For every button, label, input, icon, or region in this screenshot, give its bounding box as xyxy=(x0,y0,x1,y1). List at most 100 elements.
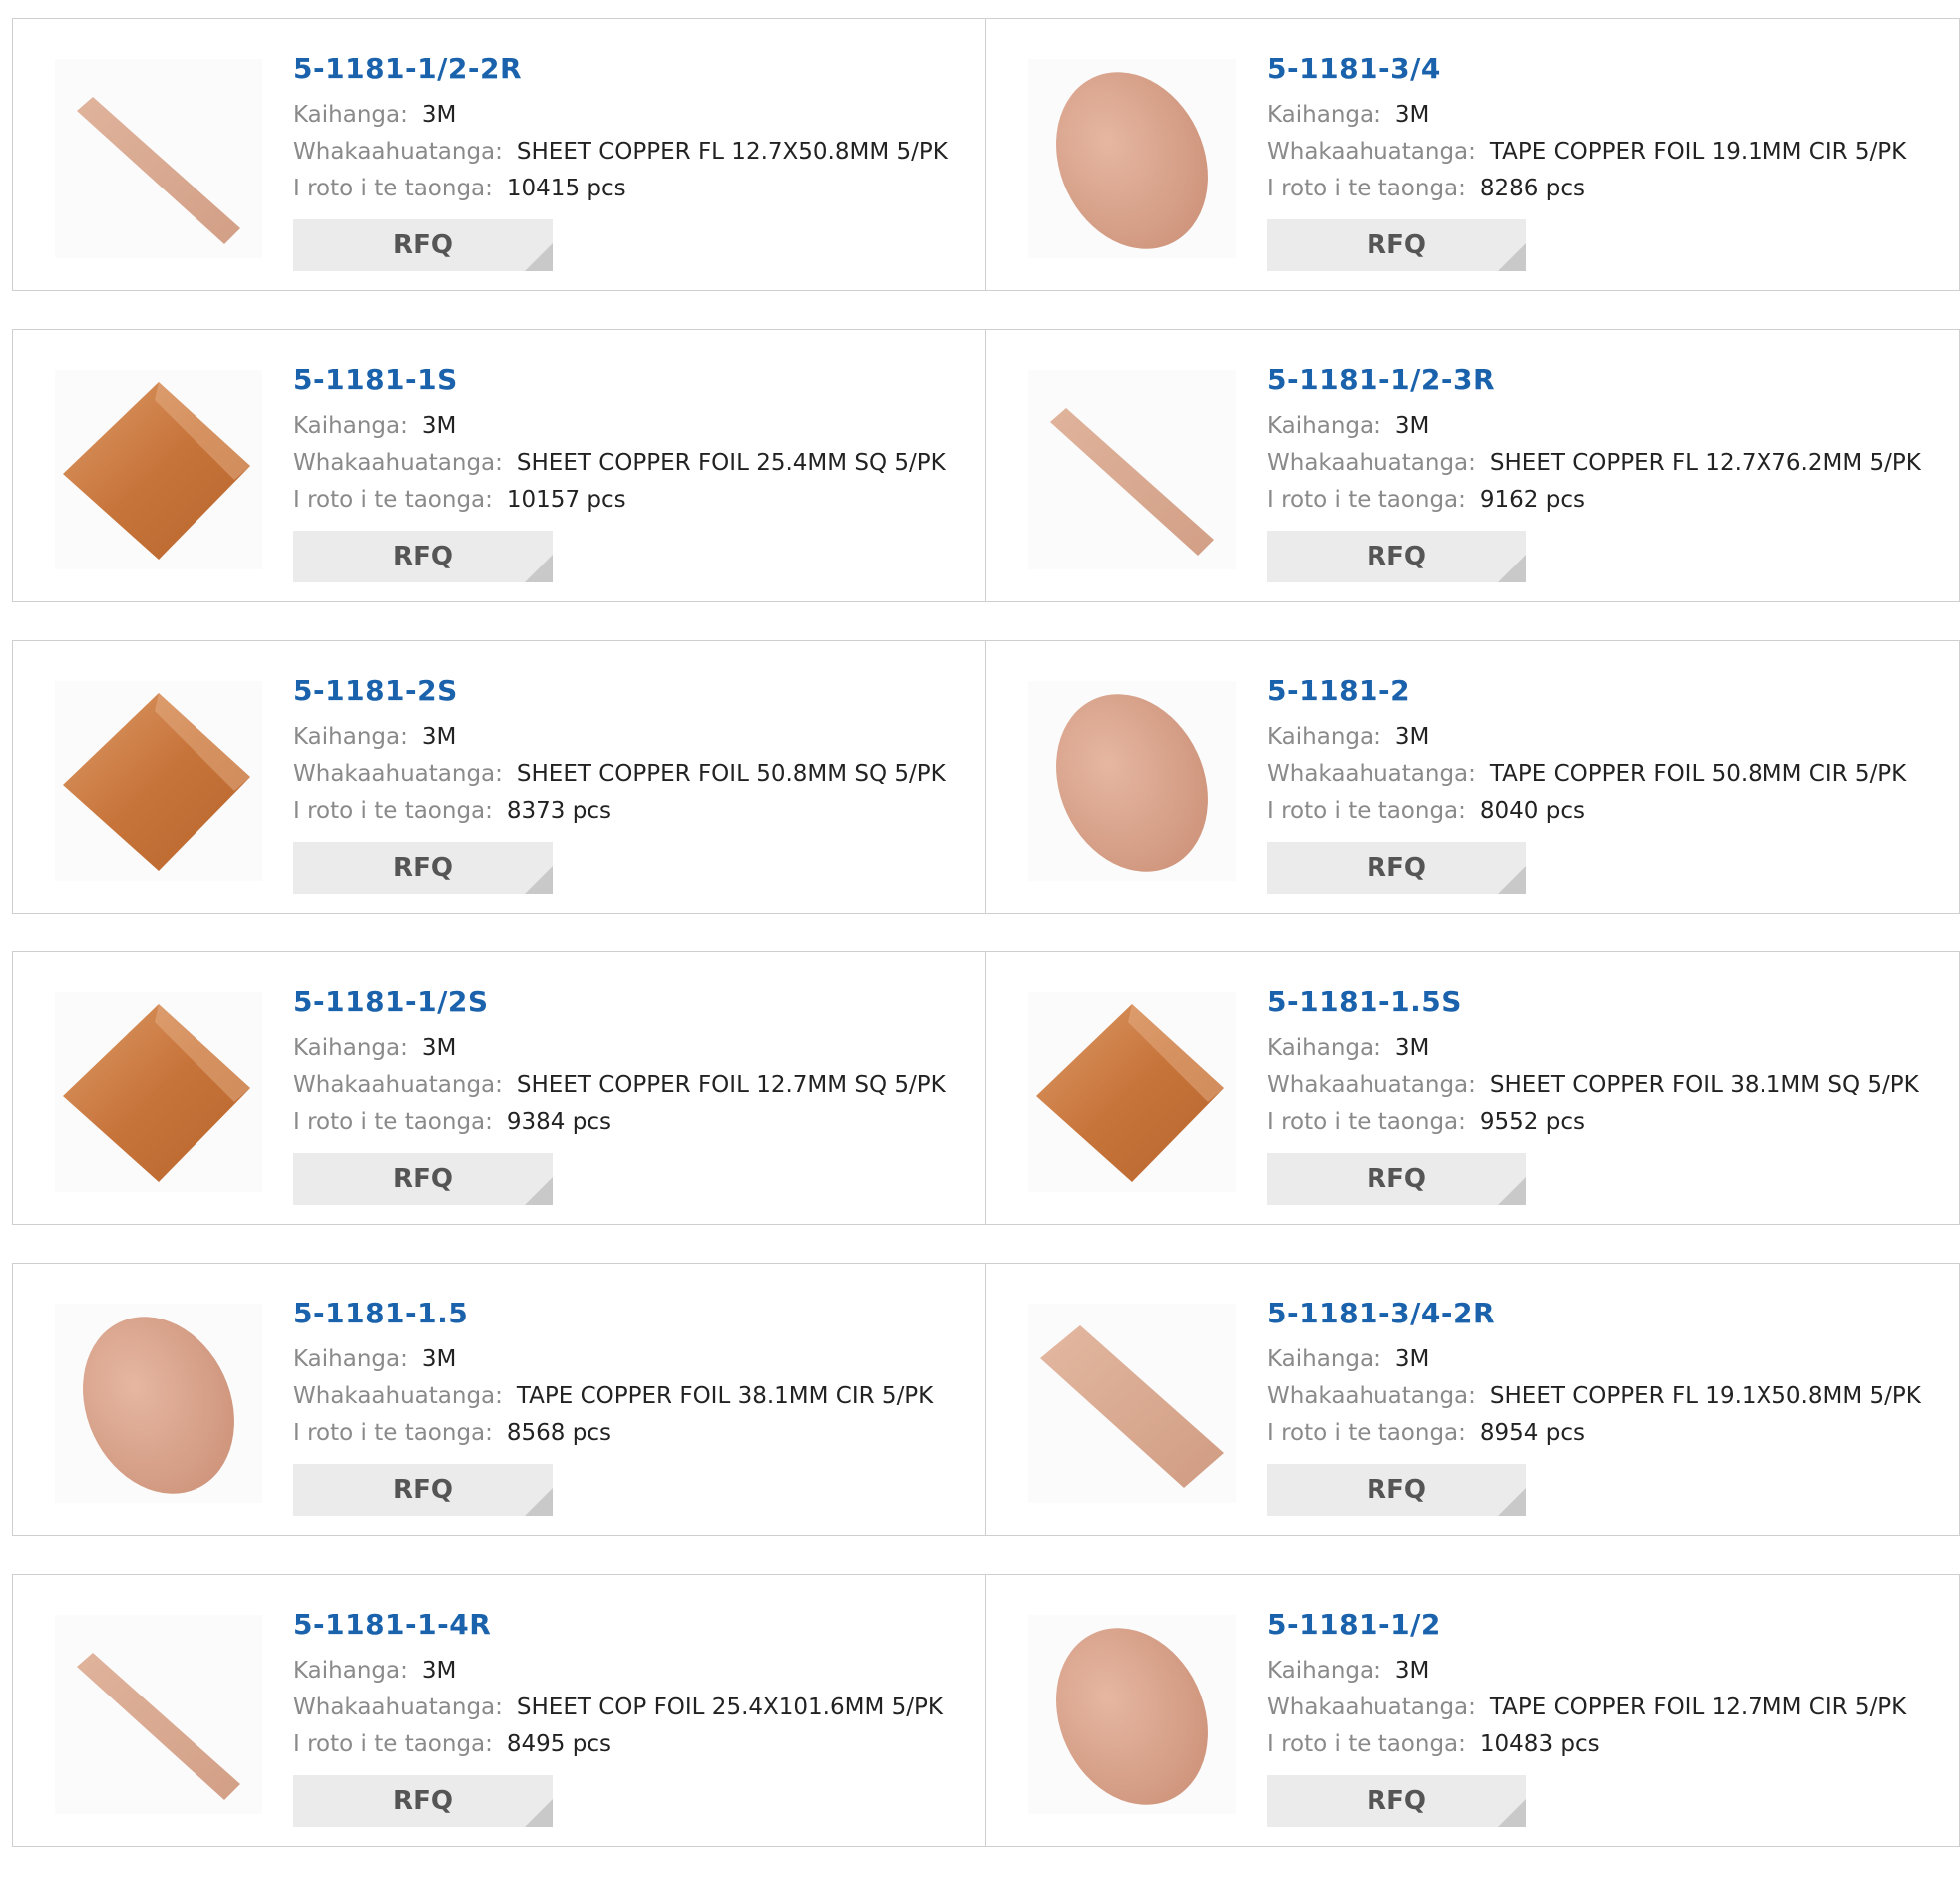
product-image[interactable] xyxy=(1028,370,1236,569)
part-number-link[interactable]: 5-1181-2 xyxy=(1267,673,1906,709)
rfq-button[interactable]: RFQ xyxy=(1267,531,1526,582)
rfq-label: RFQ xyxy=(1367,542,1426,571)
product-image[interactable] xyxy=(55,59,262,258)
stock-value: 8373 pcs xyxy=(506,798,611,824)
stock-row: I roto i te taonga: 9552 pcs xyxy=(1267,1104,1919,1141)
rfq-button[interactable]: RFQ xyxy=(293,1153,553,1205)
stock-label: I roto i te taonga: xyxy=(1267,1109,1466,1135)
product-image[interactable] xyxy=(1028,1304,1236,1503)
manufacturer-value: 3M xyxy=(1394,1658,1430,1684)
part-number-link[interactable]: 5-1181-1S xyxy=(293,362,946,398)
part-number-link[interactable]: 5-1181-1.5 xyxy=(293,1296,933,1331)
description-row: Whakaahuatanga: SHEET COPPER FL 12.7X50.8… xyxy=(293,134,948,171)
manufacturer-value: 3M xyxy=(421,413,457,439)
description-value: TAPE COPPER FOIL 19.1MM CIR 5/PK xyxy=(1489,139,1907,165)
stock-row: I roto i te taonga: 8495 pcs xyxy=(293,1726,943,1763)
description-value: SHEET COPPER FL 12.7X76.2MM 5/PK xyxy=(1489,450,1921,476)
product-image[interactable] xyxy=(55,1304,262,1503)
rfq-label: RFQ xyxy=(393,230,453,260)
rfq-button[interactable]: RFQ xyxy=(293,1775,553,1827)
stock-value: 8954 pcs xyxy=(1479,1420,1585,1446)
part-number-link[interactable]: 5-1181-3/4-2R xyxy=(1267,1296,1921,1331)
manufacturer-row: Kaihanga: 3M xyxy=(1267,97,1906,134)
product-info: 5-1181-3/4 Kaihanga: 3M Whakaahuatanga: TAPE… xyxy=(1267,51,1906,271)
manufacturer-value: 3M xyxy=(1394,102,1430,128)
product-image[interactable] xyxy=(55,370,262,569)
manufacturer-value: 3M xyxy=(421,724,457,750)
product-image[interactable] xyxy=(1028,992,1236,1192)
rfq-label: RFQ xyxy=(393,853,453,883)
part-number-link[interactable]: 5-1181-1/2-3R xyxy=(1267,362,1921,398)
rfq-button[interactable]: RFQ xyxy=(293,1464,553,1516)
part-number-link[interactable]: 5-1181-2S xyxy=(293,673,946,709)
part-number-link[interactable]: 5-1181-1/2S xyxy=(293,984,946,1020)
stock-label: I roto i te taonga: xyxy=(1267,176,1466,201)
product-row: 5-1181-1-4R Kaihanga: 3M Whakaahuatanga: SHE… xyxy=(12,1574,1960,1847)
description-label: Whakaahuatanga: xyxy=(1267,761,1476,787)
strip-icon xyxy=(1050,408,1214,556)
stock-label: I roto i te taonga: xyxy=(293,1731,493,1757)
rfq-button[interactable]: RFQ xyxy=(1267,1464,1526,1516)
rfq-label: RFQ xyxy=(1367,1786,1426,1816)
product-row: 5-1181-1S Kaihanga: 3M Whakaahuatanga: SHEET… xyxy=(12,329,1960,602)
part-number-link[interactable]: 5-1181-1/2 xyxy=(1267,1607,1906,1643)
strip-icon xyxy=(77,97,240,244)
manufacturer-label: Kaihanga: xyxy=(293,413,408,439)
rfq-button[interactable]: RFQ xyxy=(1267,219,1526,271)
rfq-button[interactable]: RFQ xyxy=(293,531,553,582)
stock-value: 8040 pcs xyxy=(1479,798,1585,824)
stock-label: I roto i te taonga: xyxy=(293,176,493,201)
manufacturer-row: Kaihanga: 3M xyxy=(1267,1653,1906,1690)
rfq-button[interactable]: RFQ xyxy=(293,842,553,894)
manufacturer-label: Kaihanga: xyxy=(293,102,408,128)
product-image[interactable] xyxy=(55,1615,262,1814)
disc-icon xyxy=(1056,694,1208,872)
product-image[interactable] xyxy=(1028,1615,1236,1814)
rfq-button[interactable]: RFQ xyxy=(293,219,553,271)
description-label: Whakaahuatanga: xyxy=(1267,450,1476,476)
disc-icon xyxy=(1056,72,1208,249)
corner-triangle-icon xyxy=(1498,243,1526,271)
product-image[interactable] xyxy=(55,992,262,1192)
stock-label: I roto i te taonga: xyxy=(293,1420,493,1446)
manufacturer-value: 3M xyxy=(421,102,457,128)
product-image[interactable] xyxy=(1028,59,1236,258)
part-number-link[interactable]: 5-1181-3/4 xyxy=(1267,51,1906,87)
rfq-button[interactable]: RFQ xyxy=(1267,1775,1526,1827)
product-card: 5-1181-1-4R Kaihanga: 3M Whakaahuatanga: SHE… xyxy=(12,1574,986,1847)
stock-row: I roto i te taonga: 10157 pcs xyxy=(293,482,946,519)
description-value: SHEET COPPER FL 12.7X50.8MM 5/PK xyxy=(516,139,948,165)
part-number-link[interactable]: 5-1181-1-4R xyxy=(293,1607,943,1643)
manufacturer-row: Kaihanga: 3M xyxy=(293,408,946,445)
rfq-button[interactable]: RFQ xyxy=(1267,1153,1526,1205)
manufacturer-value: 3M xyxy=(421,1035,457,1061)
product-info: 5-1181-2 Kaihanga: 3M Whakaahuatanga: TAPE C… xyxy=(1267,673,1906,894)
product-info: 5-1181-3/4-2R Kaihanga: 3M Whakaahuatanga: S… xyxy=(1267,1296,1921,1516)
product-image[interactable] xyxy=(55,681,262,881)
rfq-button[interactable]: RFQ xyxy=(1267,842,1526,894)
manufacturer-label: Kaihanga: xyxy=(1267,102,1381,128)
corner-triangle-icon xyxy=(525,555,553,582)
product-image[interactable] xyxy=(1028,681,1236,881)
product-card: 5-1181-1/2S Kaihanga: 3M Whakaahuatanga: SHE… xyxy=(12,951,986,1225)
stock-label: I roto i te taonga: xyxy=(293,1109,493,1135)
product-card: 5-1181-1/2-2R Kaihanga: 3M Whakaahuatanga: S… xyxy=(12,18,986,291)
description-value: TAPE COPPER FOIL 12.7MM CIR 5/PK xyxy=(1489,1695,1907,1720)
stock-row: I roto i te taonga: 9384 pcs xyxy=(293,1104,946,1141)
stock-value: 8286 pcs xyxy=(1479,176,1585,201)
stock-value: 9552 pcs xyxy=(1479,1109,1585,1135)
part-number-link[interactable]: 5-1181-1.5S xyxy=(1267,984,1919,1020)
description-label: Whakaahuatanga: xyxy=(293,450,503,476)
product-card: 5-1181-2S Kaihanga: 3M Whakaahuatanga: SHEET… xyxy=(12,640,986,914)
product-card: 5-1181-3/4 Kaihanga: 3M Whakaahuatanga: TAPE… xyxy=(986,18,1960,291)
description-label: Whakaahuatanga: xyxy=(293,761,503,787)
description-value: SHEET COPPER FOIL 25.4MM SQ 5/PK xyxy=(516,450,946,476)
product-card: 5-1181-1.5S Kaihanga: 3M Whakaahuatanga: SHE… xyxy=(986,951,1960,1225)
manufacturer-row: Kaihanga: 3M xyxy=(293,97,948,134)
part-number-link[interactable]: 5-1181-1/2-2R xyxy=(293,51,948,87)
description-label: Whakaahuatanga: xyxy=(293,1072,503,1098)
description-row: Whakaahuatanga: SHEET COPPER FL 12.7X76.2… xyxy=(1267,445,1921,482)
manufacturer-row: Kaihanga: 3M xyxy=(293,1653,943,1690)
stock-row: I roto i te taonga: 10483 pcs xyxy=(1267,1726,1906,1763)
product-row: 5-1181-1/2-2R Kaihanga: 3M Whakaahuatanga: S… xyxy=(12,18,1960,291)
